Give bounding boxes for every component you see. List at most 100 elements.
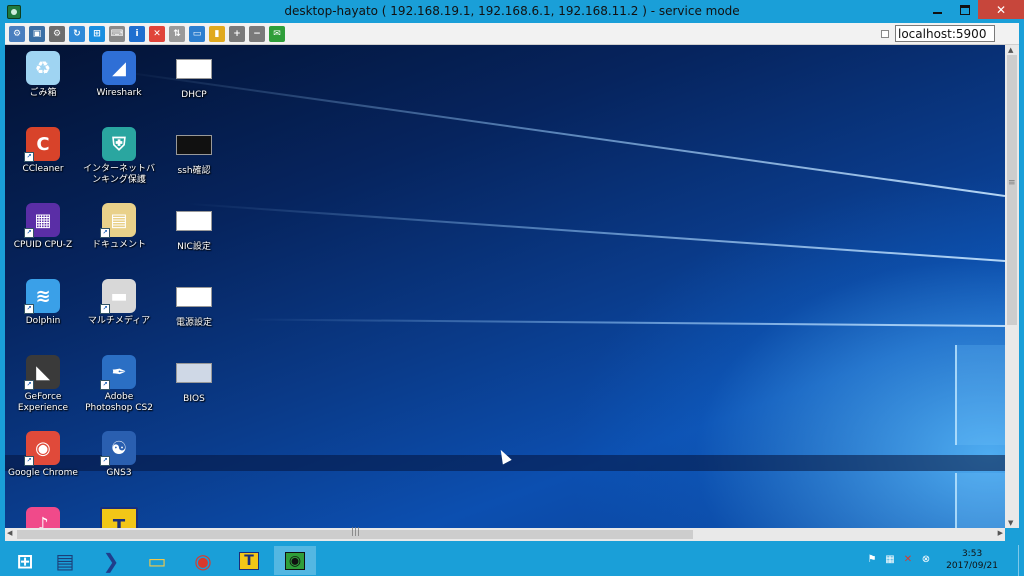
desktop-icon-label: DHCP bbox=[181, 90, 207, 100]
disconnect-icon[interactable]: ✕ bbox=[149, 26, 165, 42]
fullscreen-icon[interactable]: ▣ bbox=[29, 26, 45, 42]
taskbar: ⊞ ▤ ❯ ▭ ◉ T ◉ ⚑ ▦ ✕ ⊗ 3:53 2017/09/21 bbox=[0, 545, 1024, 576]
desktop-icon-label: Wireshark bbox=[96, 88, 142, 98]
settings-gear-icon[interactable]: ⚙ bbox=[49, 26, 65, 42]
minimize-button[interactable] bbox=[924, 0, 951, 19]
wallpaper-light-beam bbox=[113, 69, 1005, 197]
flag-icon[interactable]: ⚑ bbox=[866, 554, 878, 566]
scroll-down-icon[interactable]: ▼ bbox=[1008, 519, 1013, 527]
desktop-icon-adobe-photoshop-cs2[interactable]: ✒ ↗ Adobe Photoshop CS2 bbox=[81, 352, 157, 414]
desktop-icon-recycle-bin[interactable]: ♻ ごみ箱 bbox=[5, 48, 81, 99]
file-transfer-icon[interactable]: ⇅ bbox=[169, 26, 185, 42]
grip-icon: ≡ bbox=[1008, 178, 1016, 188]
chrome-icon: ◉ bbox=[194, 548, 212, 573]
dolphin-icon: ≋ ↗ bbox=[24, 279, 60, 314]
taskbar-server-manager[interactable]: ▤ bbox=[44, 546, 86, 575]
shortcut-arrow-icon: ↗ bbox=[24, 456, 34, 466]
start-button[interactable]: ⊞ bbox=[4, 546, 46, 575]
maximize-icon bbox=[959, 4, 970, 15]
desktop-icon-power-settings[interactable]: 電源設定 bbox=[156, 276, 232, 329]
desktop-icon-tightvnc-partial[interactable]: T bbox=[81, 504, 157, 528]
desktop-icon-wireshark[interactable]: ◢ Wireshark bbox=[81, 48, 157, 99]
toolbar-buttons: ⚙ ▣ ⚙ ↻ ⊞ ⌨ i ✕ ⇅ ▭ ▮ + − ✉ bbox=[9, 26, 285, 42]
scroll-left-icon[interactable]: ◀ bbox=[7, 529, 12, 537]
wallpaper-window-pane bbox=[955, 473, 1005, 528]
desktop-icon-label: マルチメディア bbox=[87, 316, 151, 326]
desktop-icon-itunes-partial[interactable]: ♪ bbox=[5, 504, 81, 528]
scroll-right-icon[interactable]: ▶ bbox=[998, 529, 1003, 537]
clipboard-icon[interactable]: ▮ bbox=[209, 26, 225, 42]
close-icon: ✕ bbox=[995, 2, 1007, 17]
clock[interactable]: 3:53 2017/09/21 bbox=[946, 548, 998, 572]
desktop-icon-dhcp[interactable]: DHCP bbox=[156, 48, 232, 101]
vertical-scroll-thumb[interactable] bbox=[1007, 55, 1017, 325]
powershell-icon: ❯ bbox=[102, 548, 120, 573]
desktop-icon-label: ドキュメント bbox=[91, 240, 146, 250]
scroll-up-icon[interactable]: ▲ bbox=[1008, 46, 1013, 54]
taskbar-file-explorer[interactable]: ▭ bbox=[136, 546, 178, 575]
shortcut-arrow-icon: ↗ bbox=[100, 380, 110, 390]
desktop-icon-documents[interactable]: ▤ ↗ ドキュメント bbox=[81, 200, 157, 251]
host-checkbox[interactable] bbox=[881, 29, 889, 38]
remote-desktop-viewport[interactable]: ♻ ごみ箱 ◢ Wireshark DHCP C ↗ CCleaner ⛨ インターネットバンキン… bbox=[5, 45, 1005, 528]
shortcut-arrow-icon: ↗ bbox=[24, 380, 34, 390]
windows-key-icon[interactable]: ⊞ bbox=[89, 26, 105, 42]
shortcut-arrow-icon: ↗ bbox=[24, 152, 34, 162]
maximize-button[interactable] bbox=[951, 0, 978, 19]
close-button[interactable]: ✕ bbox=[978, 0, 1024, 19]
desktop-icon-ccleaner[interactable]: C ↗ CCleaner bbox=[5, 124, 81, 175]
desktop-icon-label: GeForce Experience bbox=[17, 392, 69, 413]
show-desktop-button[interactable] bbox=[1018, 545, 1024, 576]
monitor-icon[interactable]: ▭ bbox=[189, 26, 205, 42]
wireshark-fin-icon: ◢ bbox=[102, 51, 136, 85]
taskbar-tightvnc[interactable]: T bbox=[228, 546, 270, 575]
desktop-icon-label: インターネットバンキング保護 bbox=[82, 164, 155, 185]
grip-icon: ||| bbox=[351, 527, 361, 537]
refresh-icon[interactable]: ↻ bbox=[69, 26, 85, 42]
ctrl-alt-del-icon[interactable]: ⌨ bbox=[109, 26, 125, 42]
desktop-icon-bios[interactable]: BIOS bbox=[156, 352, 232, 405]
ccleaner-icon: C ↗ bbox=[24, 127, 60, 162]
desktop-icon-label: CPUID CPU-Z bbox=[13, 240, 73, 250]
network-icon[interactable]: ▦ bbox=[884, 554, 896, 566]
options-icon[interactable]: ⚙ bbox=[9, 26, 25, 42]
security-alert-icon[interactable]: ⊗ bbox=[920, 554, 932, 566]
shortcut-arrow-icon: ↗ bbox=[100, 304, 110, 314]
chat-icon[interactable]: ✉ bbox=[269, 26, 285, 42]
zoom-out-icon[interactable]: − bbox=[249, 26, 265, 42]
server-manager-icon: ▤ bbox=[55, 548, 75, 573]
gns3-chameleon-icon: ☯ ↗ bbox=[100, 431, 136, 466]
recycle-bin-icon: ♻ bbox=[26, 51, 60, 85]
host-input[interactable] bbox=[895, 25, 995, 42]
taskbar-powershell[interactable]: ❯ bbox=[90, 546, 132, 575]
window-title: desktop-hayato ( 192.168.19.1, 192.168.6… bbox=[284, 4, 740, 18]
desktop-icon-multimedia[interactable]: ▬ ↗ マルチメディア bbox=[81, 276, 157, 327]
wallpaper-window-pane bbox=[955, 345, 1005, 445]
terminal-thumbnail-icon bbox=[176, 135, 212, 155]
minimize-icon bbox=[933, 11, 942, 14]
documents-folder-icon: ▤ ↗ bbox=[100, 203, 136, 238]
desktop-icon-label: NIC設定 bbox=[177, 242, 211, 252]
desktop-icon-nic-settings[interactable]: NIC設定 bbox=[156, 200, 232, 253]
wallpaper-light-beam bbox=[186, 202, 1005, 262]
shortcut-arrow-icon: ↗ bbox=[100, 228, 110, 238]
zoom-in-icon[interactable]: + bbox=[229, 26, 245, 42]
desktop-icon-google-chrome[interactable]: ◉ ↗ Google Chrome bbox=[5, 428, 81, 479]
desktop-icon-dolphin[interactable]: ≋ ↗ Dolphin bbox=[5, 276, 81, 327]
desktop-icon-label: 電源設定 bbox=[175, 318, 212, 328]
eye-icon: ◉ bbox=[284, 551, 306, 570]
desktop-icon-internet-banking[interactable]: ⛨ インターネットバンキング保護 bbox=[81, 124, 157, 186]
vertical-scrollbar[interactable]: ▲ ≡ ▼ bbox=[1005, 45, 1019, 528]
t-letter-icon: T bbox=[239, 551, 259, 570]
desktop-icon-ssh-check[interactable]: ssh確認 bbox=[156, 124, 232, 177]
volume-muted-icon[interactable]: ✕ bbox=[902, 554, 914, 566]
taskbar-chrome[interactable]: ◉ bbox=[182, 546, 224, 575]
chrome-icon: ◉ ↗ bbox=[24, 431, 60, 466]
desktop-icon-gns3[interactable]: ☯ ↗ GNS3 bbox=[81, 428, 157, 479]
desktop-icon-cpuid-cpu-z[interactable]: ▦ ↗ CPUID CPU-Z bbox=[5, 200, 81, 251]
desktop-icon-label: ごみ箱 bbox=[29, 88, 57, 98]
horizontal-scrollbar[interactable]: ◀ ||| ▶ bbox=[5, 527, 1005, 541]
taskbar-vnc-viewer[interactable]: ◉ bbox=[274, 546, 316, 575]
info-icon[interactable]: i bbox=[129, 26, 145, 42]
desktop-icon-geforce-experience[interactable]: ◣ ↗ GeForce Experience bbox=[5, 352, 81, 414]
